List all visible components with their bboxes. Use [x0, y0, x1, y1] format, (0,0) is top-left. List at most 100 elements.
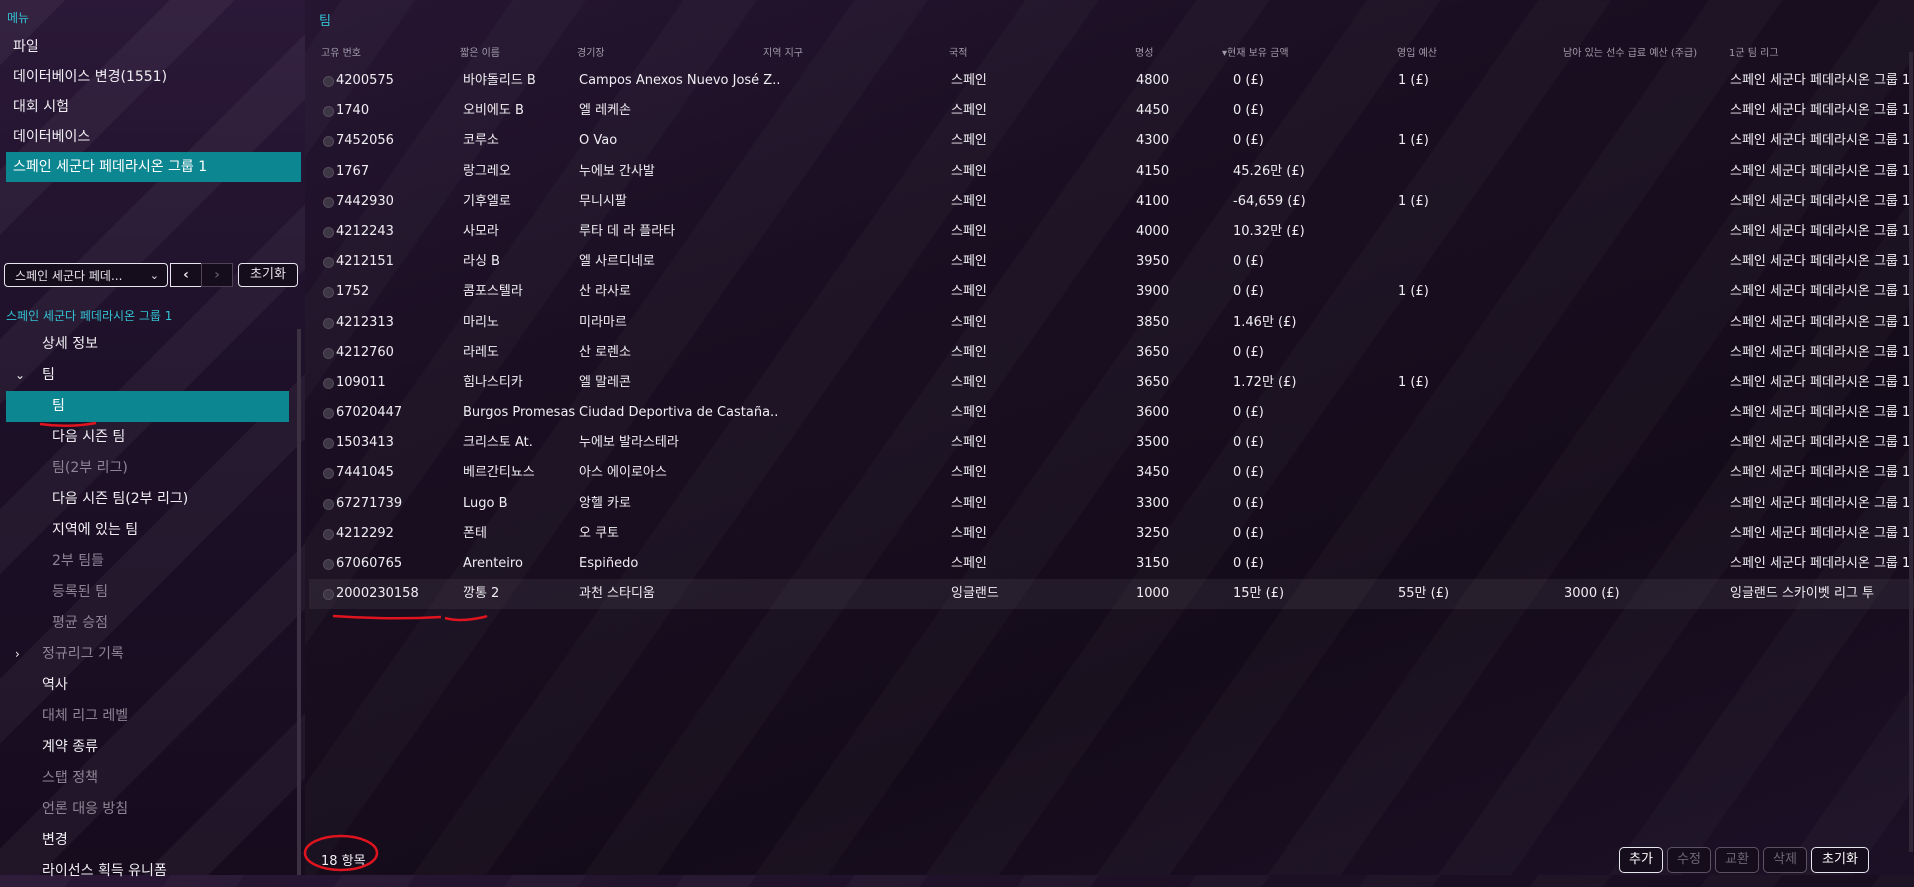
cell-id: 1740	[336, 103, 370, 119]
cell-nationality: 스페인	[951, 193, 987, 209]
header-stadium[interactable]: 경기장	[577, 44, 605, 59]
table-row[interactable]: 1752 콤포스텔라 산 라사로 스페인 3900 0 (£) 1 (£) 스페인 세군다 페…	[309, 277, 1914, 307]
add-button[interactable]: 추가	[1619, 847, 1663, 873]
cell-league: 스페인 세군다 페데라시온 그룹 1	[1730, 465, 1911, 481]
menu-item-file[interactable]: 파일	[6, 32, 301, 62]
cell-id: 7441045	[336, 465, 394, 481]
table-row[interactable]: 7442930 기후엘로 무니시팔 스페인 4100 -64,659 (£) 1 (£) 스페…	[309, 187, 1914, 217]
tree-item-changes[interactable]: 변경	[6, 825, 289, 856]
table-row[interactable]: 1767 랑그레오 누에보 간사발 스페인 4150 45.26만 (£) 스페인 세군다 …	[309, 157, 1914, 187]
reset-button[interactable]: 초기화	[238, 263, 298, 287]
cell-reputation: 3850	[1136, 314, 1170, 330]
cell-balance: 0 (£)	[1233, 465, 1264, 481]
cell-league: 스페인 세군다 페데라시온 그룹 1	[1730, 223, 1911, 239]
menu-item-database[interactable]: 데이터베이스	[6, 122, 301, 152]
table-row[interactable]: 2000230158 깡통 2 과천 스타디움 잉글랜드 1000 15만 (£) 55만 …	[309, 579, 1914, 610]
cell-league: 스페인 세군다 페데라시온 그룹 1	[1730, 556, 1911, 571]
table-row[interactable]: 1740 오비에도 B 엘 레케손 스페인 4450 0 (£) 스페인 세군다 페데라시온…	[309, 96, 1914, 126]
cell-nationality: 잉글랜드	[951, 586, 999, 602]
red-underline-annotation	[39, 421, 97, 427]
tree-item-league-records[interactable]: › 정규리그 기록	[6, 639, 289, 670]
cell-league: 스페인 세군다 페데라시온 그룹 1	[1730, 254, 1911, 270]
table-header: 고유 번호 짧은 이름 경기장 지역 지구 국적 명성 ▾현재 보유 금액 영입…	[309, 44, 1914, 60]
tree-item-second-teams[interactable]: 2부 팀들	[6, 546, 289, 577]
table-row[interactable]: 4212151 라싱 B 엘 사르디네로 스페인 3950 0 (£) 스페인 세군다 페데…	[309, 247, 1914, 277]
tree-item-teams-group[interactable]: ⌄ 팀	[6, 360, 289, 391]
table-row[interactable]: 4212760 라레도 산 로렌소 스페인 3650 0 (£) 스페인 세군다 페데라시온…	[309, 338, 1914, 368]
cell-id: 1767	[336, 163, 370, 179]
cell-id: 4212151	[336, 254, 394, 270]
edit-button[interactable]: 수정	[1667, 847, 1711, 873]
cell-id: 4212313	[336, 314, 394, 330]
table-row[interactable]: 109011 힘나스티카 엘 말레콘 스페인 3650 1.72만 (£) 1 (£) 스페인…	[309, 368, 1914, 398]
table-scrollbar[interactable]	[1909, 52, 1913, 852]
header-nationality[interactable]: 국적	[949, 44, 967, 59]
cell-stadium: 미라마르	[579, 314, 627, 330]
cell-league: 스페인 세군다 페데라시온 그룹 1	[1730, 525, 1911, 541]
cell-short-name: 기후엘로	[463, 193, 511, 209]
cell-nationality: 스페인	[951, 556, 987, 571]
cell-reputation: 3650	[1136, 344, 1170, 360]
reset-table-button[interactable]: 초기화	[1811, 847, 1869, 873]
table-row[interactable]: 1503413 크리스토 At. 누에보 발라스테라 스페인 3500 0 (£) 스페인 …	[309, 428, 1914, 458]
menu-item-change-database[interactable]: 데이터베이스 변경(1551)	[6, 62, 301, 92]
cell-transfer-budget: 1 (£)	[1398, 73, 1429, 88]
header-reputation[interactable]: 명성	[1135, 44, 1153, 59]
chevron-right-icon: ›	[214, 267, 220, 283]
tree-item-contract-types[interactable]: 계약 종류	[6, 732, 289, 763]
cell-short-name: Burgos Promesas	[463, 405, 576, 421]
tree-item-history[interactable]: 역사	[6, 670, 289, 701]
menu-item-competition-test[interactable]: 대회 시험	[6, 92, 301, 122]
table-row[interactable]: 67271739 Lugo B 앙헬 카로 스페인 3300 0 (£) 스페인 세군다 페…	[309, 489, 1914, 519]
header-wage-budget[interactable]: 남아 있는 선수 급료 예산 (주급)	[1563, 44, 1697, 59]
cell-id: 1503413	[336, 435, 394, 451]
tree-item-regional-teams[interactable]: 지역에 있는 팀	[6, 515, 289, 546]
header-balance[interactable]: ▾현재 보유 금액	[1222, 44, 1289, 59]
header-transfer-budget[interactable]: 영입 예산	[1397, 44, 1437, 59]
header-first-team-league[interactable]: 1군 팀 리그	[1729, 44, 1779, 59]
tree-item-teams[interactable]: 팀	[6, 391, 289, 422]
table-row[interactable]: 4212292 폰테 오 쿠토 스페인 3250 0 (£) 스페인 세군다 페데라시온 그…	[309, 519, 1914, 549]
table-row[interactable]: 4212243 사모라 루타 데 라 플라타 스페인 4000 10.32만 (£) 스페인…	[309, 217, 1914, 247]
tree-item-staff-policy[interactable]: 스탭 정책	[6, 763, 289, 794]
row-status-icon	[323, 226, 334, 238]
tree-scrollbar[interactable]	[297, 329, 301, 875]
table-row[interactable]: 67020447 Burgos Promesas Ciudad Deportiva …	[309, 398, 1914, 428]
tree-item-registered-teams[interactable]: 등록된 팀	[6, 577, 289, 608]
tree-item-media-policy[interactable]: 언론 대응 방침	[6, 794, 289, 825]
tree-item-teams-second[interactable]: 팀(2부 리그)	[6, 453, 289, 484]
tree-item-average-points[interactable]: 평균 승점	[6, 608, 289, 639]
prev-button[interactable]: ‹	[170, 263, 202, 287]
header-region[interactable]: 지역 지구	[763, 44, 803, 59]
table-row[interactable]: 4200575 바야돌리드 B Campos Anexos Nuevo José Z…	[309, 66, 1914, 96]
table-row[interactable]: 7441045 베르간티뇨스 아스 에이로아스 스페인 3450 0 (£) 스페인 세군다…	[309, 458, 1914, 488]
cell-balance: 1.46만 (£)	[1233, 314, 1297, 330]
row-status-icon	[323, 589, 334, 601]
header-id[interactable]: 고유 번호	[321, 44, 361, 59]
next-button[interactable]: ›	[201, 263, 233, 287]
menu-list: 파일 데이터베이스 변경(1551) 대회 시험 데이터베이스 스페인 세군다 …	[6, 32, 301, 182]
league-nav-controls: 스페인 세군다 페데... ⌄ ‹ › 초기화	[4, 263, 304, 289]
league-dropdown[interactable]: 스페인 세군다 페데... ⌄	[4, 263, 168, 287]
cell-short-name: Lugo B	[463, 495, 508, 511]
table-row[interactable]: 67060765 Arenteiro Espiñedo 스페인 3150 0 (£) 스페인…	[309, 549, 1914, 579]
chevron-left-icon: ‹	[183, 267, 189, 283]
cell-id: 67060765	[336, 556, 403, 571]
cell-reputation: 4800	[1136, 73, 1170, 88]
tree-item-next-season-teams-second[interactable]: 다음 시즌 팀(2부 리그)	[6, 484, 289, 515]
tree-item-details[interactable]: 상세 정보	[6, 329, 289, 360]
table-row[interactable]: 4212313 마리노 미라마르 스페인 3850 1.46만 (£) 스페인 세군다 페데…	[309, 308, 1914, 338]
tree-item-alt-league-level[interactable]: 대체 리그 레벨	[6, 701, 289, 732]
tree-item-licensed-kits[interactable]: 라이선스 획득 유니폼	[6, 856, 289, 887]
cell-league: 스페인 세군다 페데라시온 그룹 1	[1730, 374, 1911, 390]
cell-nationality: 스페인	[951, 344, 987, 360]
row-status-icon	[323, 136, 334, 148]
delete-button[interactable]: 삭제	[1763, 847, 1807, 873]
swap-button[interactable]: 교환	[1715, 847, 1759, 873]
cell-stadium: 산 라사로	[579, 284, 631, 300]
table-row[interactable]: 7452056 코루소 O Vao 스페인 4300 0 (£) 1 (£) 스페인 세군다 …	[309, 126, 1914, 156]
row-status-icon	[323, 106, 334, 118]
header-short-name[interactable]: 짧은 이름	[460, 44, 500, 59]
cell-stadium: 과천 스타디움	[579, 586, 655, 602]
menu-item-current-league[interactable]: 스페인 세군다 페데라시온 그룹 1	[6, 152, 301, 182]
